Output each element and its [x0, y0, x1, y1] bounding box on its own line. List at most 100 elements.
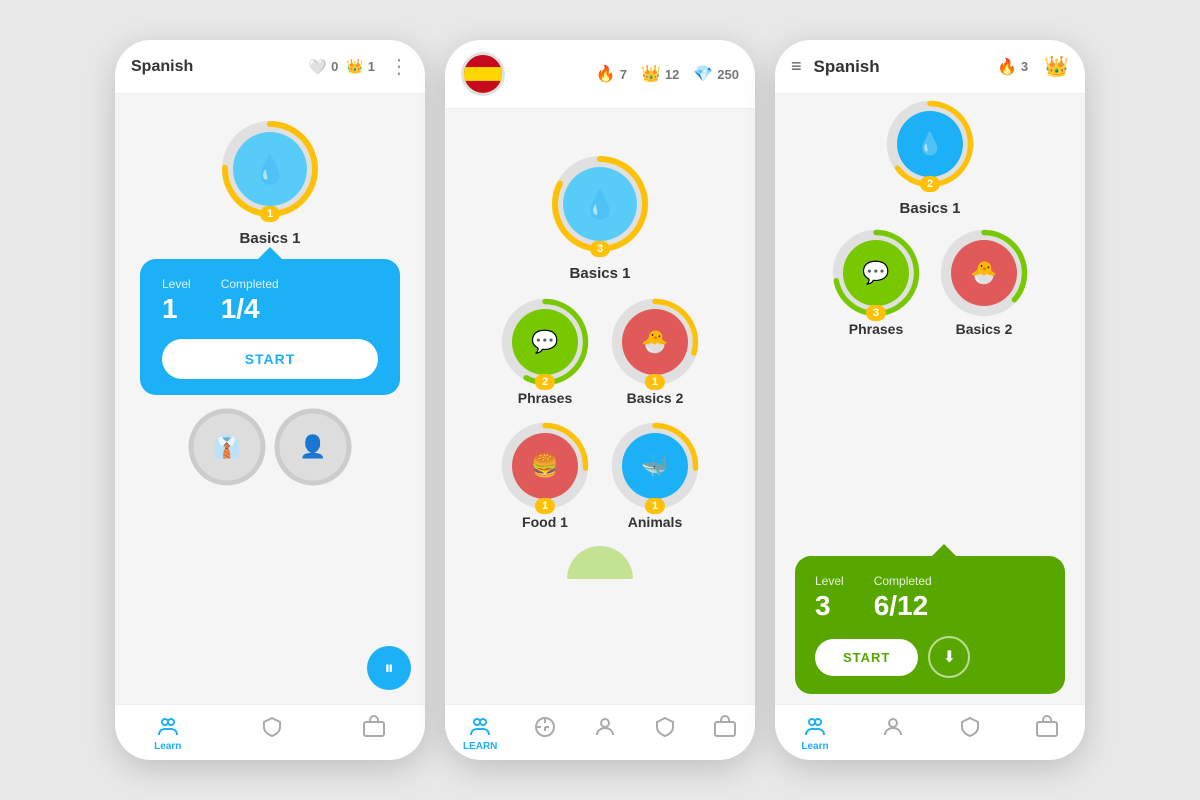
basics1-popup: Level 1 Completed 1/4 START	[140, 259, 400, 395]
nav-learn[interactable]: Learn	[154, 715, 181, 752]
heart-icon: 🤍	[308, 58, 327, 76]
phone1-title: Spanish	[131, 58, 300, 76]
completed-label: Completed	[221, 277, 279, 291]
p3-popup-stats: Level 3 Completed 6/12	[815, 574, 1045, 622]
basics2-crown: 1	[645, 374, 665, 390]
p3-completed-value: 6/12	[874, 590, 932, 622]
p3-completed-label: Completed	[874, 574, 932, 588]
locked-skills: 👔 👤	[181, 411, 359, 483]
p2-food-skill[interactable]: 🍔 1 Food 1	[505, 426, 585, 530]
phone2-content: 💧 3 Basics 1 💬 2 Phrases	[445, 109, 755, 704]
phones-container: Spanish 🤍 0 👑 1 ⋮ 💧 1	[95, 20, 1105, 780]
p2-animals-skill[interactable]: 🐳 1 Animals	[615, 426, 695, 530]
p3-popup-arrow	[932, 544, 956, 556]
phone-1: Spanish 🤍 0 👑 1 ⋮ 💧 1	[115, 40, 425, 760]
level-label: Level	[162, 277, 191, 291]
crown-count: 12	[665, 67, 679, 82]
phone-3: ≡ Spanish 🔥 3 👑 💧 2 Basics 1	[775, 40, 1085, 760]
p3-download-button[interactable]: ⬇	[928, 636, 970, 678]
phrases-label: Phrases	[518, 390, 572, 406]
food-icon: 🍔	[512, 433, 578, 499]
p2-nav-profile[interactable]	[593, 715, 617, 752]
p2-learn-label: LEARN	[463, 741, 497, 752]
hamburger-menu[interactable]: ≡	[791, 56, 802, 77]
next-skill-preview	[567, 546, 633, 579]
phone1-crowns-count: 1	[368, 59, 375, 74]
p3-nav-shop[interactable]	[1035, 715, 1059, 752]
p2-skills-grid: 💬 2 Phrases 🐣 1 Basics 2	[505, 302, 695, 530]
p2-basics1-circle: 💧 3	[555, 159, 645, 249]
p3-start-button[interactable]: START	[815, 639, 918, 676]
p3-phrases-skill[interactable]: 💬 3 Phrases	[836, 233, 916, 337]
basics1-skill[interactable]: 💧 1 Basics 1	[225, 124, 315, 247]
p2-nav-learn[interactable]: LEARN	[463, 715, 497, 752]
p2-basics1-skill[interactable]: 💧 3 Basics 1	[555, 159, 645, 282]
p3-nav-learn[interactable]: Learn	[801, 715, 828, 752]
phone1-hearts-count: 0	[331, 59, 338, 74]
completed-value: 1/4	[221, 293, 279, 325]
p3-basics2-circle: 🐣	[944, 233, 1024, 313]
p2-phrases-skill[interactable]: 💬 2 Phrases	[505, 302, 585, 406]
p2-crown-icon: 👑	[641, 64, 661, 84]
p3-level-value: 3	[815, 590, 844, 622]
flag-svg	[464, 52, 502, 96]
basics1-crown: 1	[260, 206, 280, 222]
p2-profile-icon	[593, 715, 617, 739]
p3-basics1-icon: 💧	[897, 111, 963, 177]
p3-nav-shield[interactable]	[958, 715, 982, 752]
phone1-content: 💧 1 Basics 1 Level 1 Completed 1/4 STAR	[115, 94, 425, 704]
basics1-label: Basics 1	[240, 230, 301, 247]
animals-circle: 🐳 1	[615, 426, 695, 506]
p3-learn-label: Learn	[801, 741, 828, 752]
shop-icon	[362, 715, 386, 739]
p2-learn-icon	[468, 715, 492, 739]
phone2-header: 🔥 7 👑 12 💎 250	[445, 40, 755, 109]
p3-popup-level: Level 3	[815, 574, 844, 622]
p2-nav-practice[interactable]	[533, 715, 557, 752]
p3-basics2-icon: 🐣	[951, 240, 1017, 306]
gem-icon: 💎	[693, 64, 713, 84]
phone3-content: 💧 2 Basics 1 💬 3 Phrases	[775, 94, 1085, 704]
p2-nav-shop[interactable]	[713, 715, 737, 752]
p3-flame-badge: 🔥 3	[997, 57, 1028, 77]
p3-basics1-area: 💧 2 Basics 1	[775, 104, 1085, 217]
p2-nav-shield[interactable]	[653, 715, 677, 752]
nav-shield[interactable]	[260, 715, 284, 752]
p2-basics1-label: Basics 1	[570, 265, 631, 282]
p2-basics2-skill[interactable]: 🐣 1 Basics 2	[615, 302, 695, 406]
basics2-icon: 🐣	[622, 309, 688, 375]
phrases-crown: 2	[535, 374, 555, 390]
more-options-button[interactable]: ⋮	[389, 54, 409, 79]
start-button[interactable]: START	[162, 339, 378, 379]
p3-basics2-skill[interactable]: 🐣 Basics 2	[944, 233, 1024, 337]
locked-skill-1: 👔	[191, 411, 263, 483]
nav-shop[interactable]	[362, 715, 386, 752]
food-circle: 🍔 1	[505, 426, 585, 506]
p3-phrases-circle: 💬 3	[836, 233, 916, 313]
p3-basics2-label: Basics 2	[956, 321, 1013, 337]
p3-crown-icon: 👑	[1044, 54, 1069, 79]
phone1-bottom-nav: Learn	[115, 704, 425, 760]
animals-icon: 🐳	[622, 433, 688, 499]
p3-basics1-label: Basics 1	[900, 200, 961, 217]
popup-stats-row: Level 1 Completed 1/4	[162, 277, 378, 325]
p3-basics1-circle[interactable]: 💧 2	[890, 104, 970, 184]
p3-flame-count: 3	[1021, 59, 1028, 74]
p2-crown-badge: 👑 12	[641, 64, 679, 84]
p3-nav-profile[interactable]	[881, 715, 905, 752]
p2-gems-badge: 💎 250	[693, 64, 739, 84]
animals-label: Animals	[628, 514, 682, 530]
learn-label: Learn	[154, 741, 181, 752]
basics2-label: Basics 2	[627, 390, 684, 406]
basics1-icon: 💧	[233, 132, 307, 206]
phone2-bottom-nav: LEARN	[445, 704, 755, 760]
p2-practice-icon	[533, 715, 557, 739]
crown-icon: 👑	[346, 58, 363, 75]
flame-count: 7	[620, 67, 627, 82]
p3-phrases-crown: 3	[866, 305, 886, 321]
practice-fab[interactable]: ⏸	[367, 646, 411, 690]
p3-skills-row: 💬 3 Phrases 🐣 Basics 2	[775, 233, 1085, 337]
flame-icon: 🔥	[596, 64, 616, 84]
level-value: 1	[162, 293, 191, 325]
phone3-title: Spanish	[814, 57, 989, 77]
